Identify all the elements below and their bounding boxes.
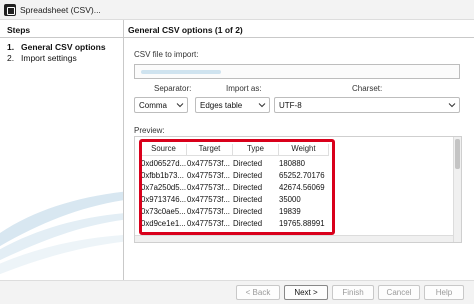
vertical-scrollbar[interactable] (453, 137, 461, 242)
csv-file-label: CSV file to import: (134, 50, 199, 59)
charset-label: Charset: (352, 84, 383, 93)
chevron-down-icon (448, 103, 456, 108)
cancel-button[interactable]: Cancel (378, 285, 420, 300)
horizontal-scrollbar[interactable] (135, 235, 453, 242)
scrollbar-thumb[interactable] (455, 139, 460, 169)
decorative-swoosh (0, 191, 123, 275)
import-as-value: Edges table (200, 101, 243, 110)
step-general-csv-options: 1. General CSV options (7, 42, 106, 52)
window-title: Spreadsheet (CSV)... (20, 5, 101, 15)
chevron-down-icon (258, 103, 266, 108)
file-path-value (141, 70, 221, 74)
red-highlight-box (139, 139, 335, 235)
next-button[interactable]: Next > (284, 285, 328, 300)
step-label: General CSV options (21, 42, 106, 52)
help-button[interactable]: Help (424, 285, 464, 300)
wizard-footer: < Back Next > Finish Cancel Help (0, 280, 474, 304)
main-panel: General CSV options (1 of 2) CSV file to… (124, 20, 474, 280)
steps-sidebar: Steps 1. General CSV options 2. Import set… (0, 20, 124, 280)
csv-file-input[interactable] (134, 64, 460, 79)
separator-value: Comma (139, 101, 168, 110)
step-label: Import settings (21, 53, 77, 63)
finish-button[interactable]: Finish (332, 285, 374, 300)
app-icon (4, 4, 16, 16)
import-as-dropdown[interactable]: Edges table (195, 97, 270, 113)
charset-dropdown[interactable]: UTF-8 (274, 97, 460, 113)
step-number: 2. (7, 53, 15, 63)
step-number: 1. (7, 42, 15, 52)
chevron-down-icon (176, 103, 184, 108)
preview-table[interactable]: Source Target Type Weight 0xd06527d... 0… (134, 136, 462, 243)
separator-dropdown[interactable]: Comma (134, 97, 188, 113)
back-button[interactable]: < Back (236, 285, 280, 300)
preview-label: Preview: (134, 126, 165, 135)
title-bar: Spreadsheet (CSV)... (0, 0, 474, 20)
steps-title: Steps (7, 25, 31, 35)
charset-value: UTF-8 (279, 101, 302, 110)
page-title: General CSV options (1 of 2) (128, 25, 243, 35)
separator-label: Separator: (154, 84, 192, 93)
steps-header: Steps (0, 20, 123, 38)
step-import-settings: 2. Import settings (7, 53, 77, 63)
main-header: General CSV options (1 of 2) (124, 20, 474, 38)
import-as-label: Import as: (226, 84, 262, 93)
